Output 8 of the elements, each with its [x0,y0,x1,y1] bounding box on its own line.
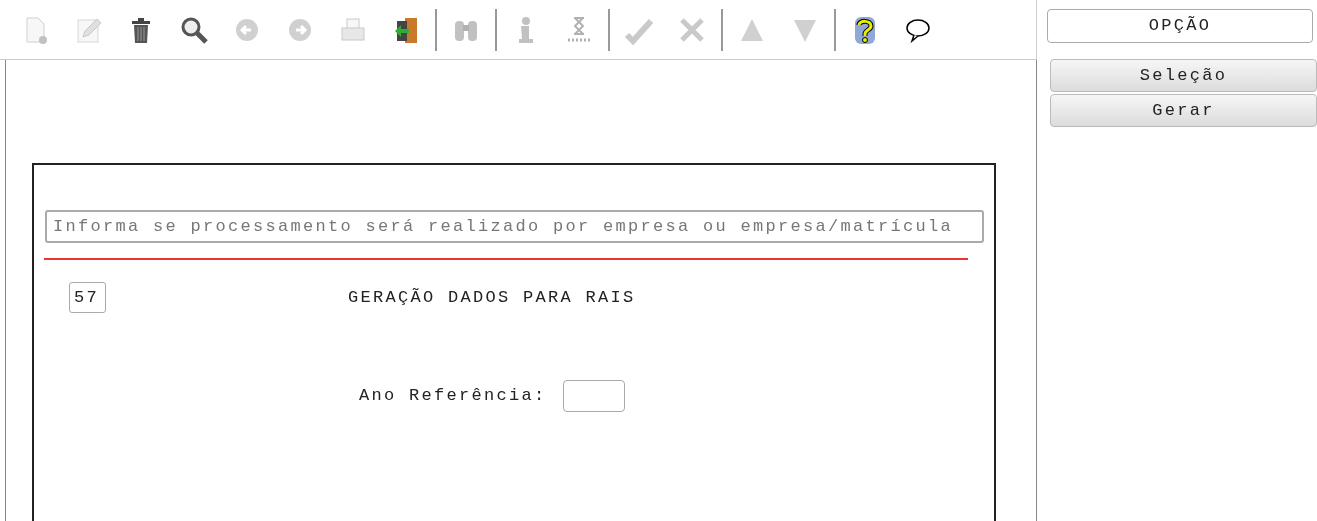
side-button[interactable]: Gerar [1050,94,1317,127]
screen-title: GERAÇÃO DADOS PARA RAIS [348,286,636,309]
hint-field[interactable]: Informa se processamento será realizado por empresa ou empresa/matrícula [45,210,984,243]
code-field[interactable]: 57 [69,282,106,313]
option-header: OPÇÃO [1047,9,1313,43]
year-field[interactable] [562,380,625,412]
side-button[interactable]: Seleção [1050,59,1317,92]
year-label: Ano Referência: [359,385,547,408]
